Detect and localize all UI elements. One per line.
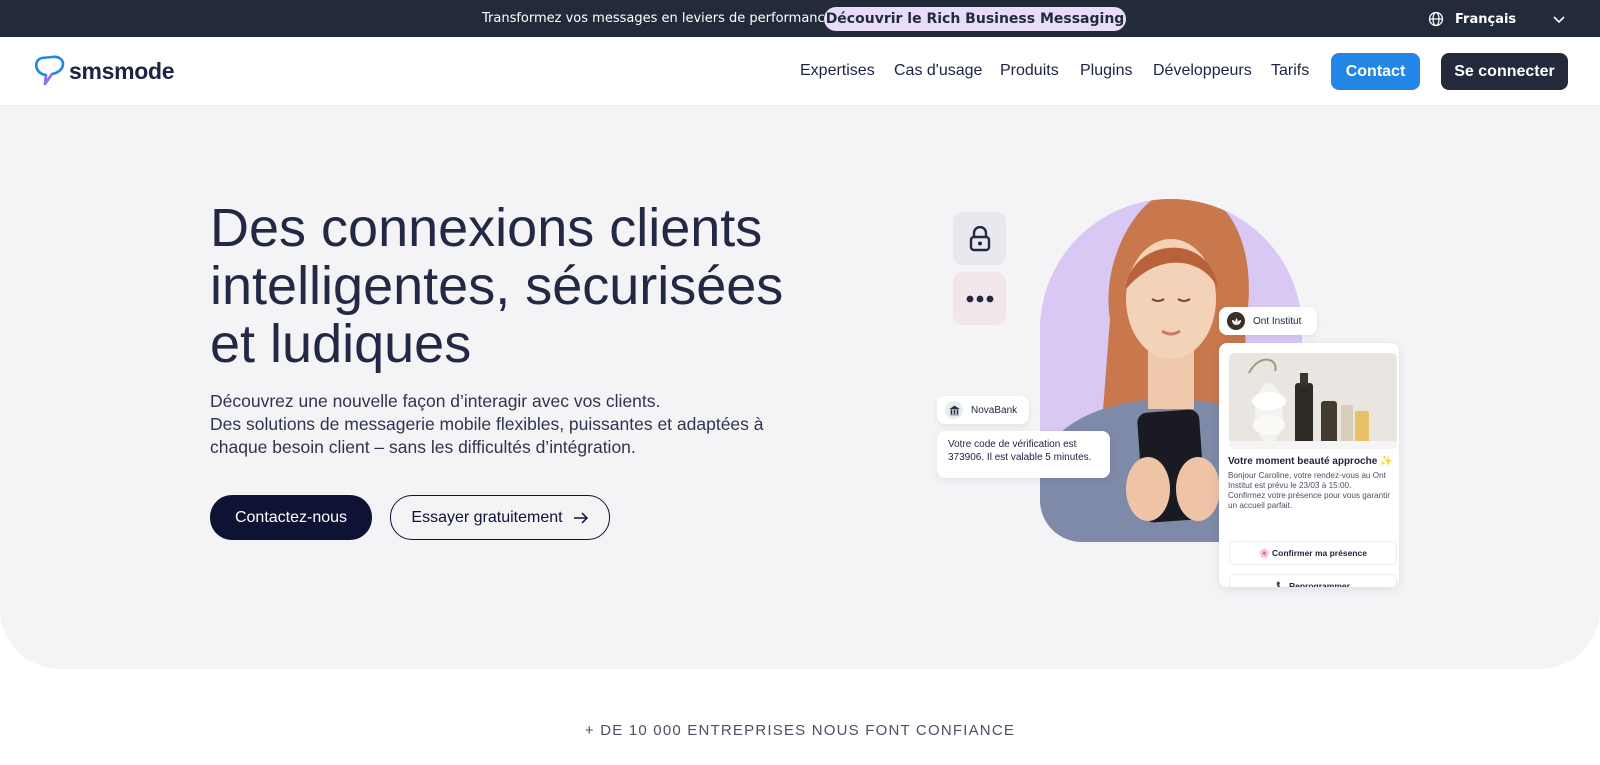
beauty-products-image [1229,353,1397,449]
contact-us-button[interactable]: Contactez-nous [210,495,372,540]
announcement-message: Transformez vos messages en leviers de p… [482,11,833,26]
rich-message-card: Votre moment beauté approche ✨ Bonjour C… [1219,343,1399,587]
free-trial-label: Essayer gratuitement [411,508,563,526]
lock-icon [969,225,990,251]
globe-icon [1428,11,1444,27]
free-trial-button[interactable]: Essayer gratuitement [390,495,610,540]
chevron-down-icon [1553,16,1565,24]
product-bottles-illustration [1229,353,1397,449]
login-button[interactable]: Se connecter [1441,53,1568,90]
hero-section: Des connexions clients intelligentes, sé… [0,106,1600,669]
contact-button[interactable]: Contact [1331,53,1420,90]
nav-link-produits[interactable]: Produits [1000,62,1059,80]
more-dots-icon [966,295,993,302]
speech-bubble-logo-icon [34,55,65,86]
rbm-discover-link[interactable]: Découvrir le Rich Business Messaging [824,7,1126,31]
bank-icon [945,401,963,419]
hero-subtitle: Découvrez une nouvelle façon d’interagir… [210,390,790,459]
nav-link-expertises[interactable]: Expertises [800,62,875,80]
hero-subtitle-line: Des solutions de messagerie mobile flexi… [210,414,764,434]
announcement-bar: Transformez vos messages en leviers de p… [0,0,1600,37]
lock-tile [953,212,1006,265]
rbm-body: Bonjour Caroline, votre rendez-vous au O… [1228,471,1391,510]
hero-title: Des connexions clients intelligentes, sé… [210,198,784,374]
brand-name: smsmode [69,57,175,84]
nav-link-plugins[interactable]: Plugins [1080,62,1132,80]
language-label: Français [1455,11,1517,27]
confirm-presence-button[interactable]: 🌸 Confirmer ma présence [1229,541,1397,565]
ont-institut-badge: Ont Institut [1219,307,1317,335]
verification-sms-card: Votre code de vérification est 373906. I… [937,431,1110,478]
arrow-right-icon [573,511,588,524]
lotus-icon [1227,312,1245,330]
brand-logo[interactable]: smsmode [34,55,175,87]
nav-link-developpeurs[interactable]: Développeurs [1153,62,1252,80]
verification-sms-text: Votre code de vérification est 373906. I… [948,439,1092,463]
hero-subtitle-line: Découvrez une nouvelle façon d’interagir… [210,391,661,411]
language-selector[interactable]: Français [1428,9,1565,29]
nav-link-cas-usage[interactable]: Cas d'usage [894,62,982,80]
bank-name: NovaBank [971,404,1018,416]
main-navigation: smsmode Expertises Cas d'usage Produits … [0,37,1600,106]
typing-tile [953,272,1006,325]
institute-name: Ont Institut [1253,315,1302,327]
nav-link-tarifs[interactable]: Tarifs [1271,62,1309,80]
novabank-badge: NovaBank [937,396,1029,424]
rbm-title: Votre moment beauté approche ✨ [1228,456,1393,467]
hero-subtitle-line: chaque besoin client – sans les difficul… [210,437,636,457]
trust-statement: + DE 10 000 ENTREPRISES NOUS FONT CONFIA… [584,722,1016,739]
reschedule-button[interactable]: 📞 Reprogrammer [1229,574,1397,587]
